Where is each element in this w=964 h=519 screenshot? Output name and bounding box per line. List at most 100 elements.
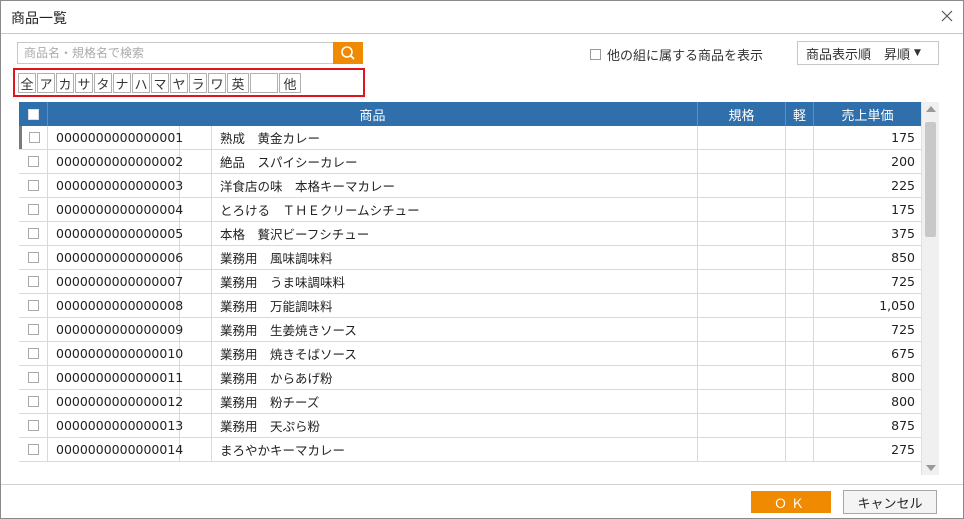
sort-order-select[interactable]: 商品表示順 昇順 ▼ bbox=[797, 41, 939, 65]
kana-filter-button[interactable]: マ bbox=[151, 73, 169, 93]
table-row[interactable]: 0000000000000008 業務用 万能調味料 1,050 bbox=[19, 294, 921, 318]
kana-filter-button[interactable]: ヤ bbox=[170, 73, 188, 93]
row-checkbox-cell[interactable] bbox=[19, 126, 48, 149]
kana-filter-button[interactable]: 他 bbox=[279, 73, 301, 93]
row-checkbox[interactable] bbox=[27, 156, 39, 167]
search-input[interactable] bbox=[17, 42, 337, 64]
spacer-cell bbox=[180, 438, 212, 461]
kana-filter-button[interactable]: タ bbox=[94, 73, 112, 93]
row-checkbox-cell[interactable] bbox=[19, 342, 48, 365]
close-icon[interactable] bbox=[937, 6, 957, 26]
title-divider bbox=[1, 33, 963, 34]
row-checkbox[interactable] bbox=[27, 324, 39, 335]
product-table: 商品 規格 軽 売上単価 0000000000000001 熟成 黄金カレー 175… bbox=[19, 102, 921, 475]
product-code-cell: 0000000000000003 bbox=[48, 174, 183, 197]
vertical-scrollbar[interactable] bbox=[921, 102, 939, 475]
price-cell: 875 bbox=[891, 418, 915, 433]
kana-filter-button[interactable]: 全 bbox=[18, 73, 36, 93]
row-checkbox[interactable] bbox=[27, 396, 39, 407]
other-group-checkbox[interactable] bbox=[590, 49, 601, 60]
light-tax-cell bbox=[786, 390, 814, 413]
row-checkbox-cell[interactable] bbox=[19, 366, 48, 389]
table-row[interactable]: 0000000000000006 業務用 風味調味料 850 bbox=[19, 246, 921, 270]
column-header-product[interactable]: 商品 bbox=[48, 102, 698, 126]
product-name-cell: とろける ＴＨＥクリームシチュー bbox=[212, 198, 698, 221]
kana-filter-button[interactable]: ナ bbox=[113, 73, 131, 93]
row-checkbox-cell[interactable] bbox=[19, 174, 48, 197]
product-name-cell: まろやかキーマカレー bbox=[212, 438, 698, 461]
row-checkbox-cell[interactable] bbox=[19, 294, 48, 317]
search-icon bbox=[333, 46, 363, 67]
table-row[interactable]: 0000000000000001 熟成 黄金カレー 175 bbox=[19, 126, 921, 150]
row-checkbox[interactable] bbox=[27, 444, 39, 455]
table-row[interactable]: 0000000000000007 業務用 うま味調味料 725 bbox=[19, 270, 921, 294]
table-header: 商品 規格 軽 売上単価 bbox=[19, 102, 921, 126]
light-tax-cell bbox=[786, 174, 814, 197]
row-checkbox-cell[interactable] bbox=[19, 414, 48, 437]
product-name-cell: 業務用 粉チーズ bbox=[212, 390, 698, 413]
row-checkbox-cell[interactable] bbox=[19, 222, 48, 245]
ok-button[interactable]: ＯＫ bbox=[751, 491, 831, 513]
kana-filter-button[interactable]: サ bbox=[75, 73, 93, 93]
scrollbar-thumb[interactable] bbox=[925, 122, 936, 237]
row-checkbox[interactable] bbox=[27, 180, 39, 191]
table-row[interactable]: 0000000000000012 業務用 粉チーズ 800 bbox=[19, 390, 921, 414]
row-checkbox[interactable] bbox=[29, 132, 40, 143]
scroll-up-icon[interactable] bbox=[926, 106, 936, 112]
row-checkbox-cell[interactable] bbox=[19, 270, 48, 293]
row-checkbox-cell[interactable] bbox=[19, 438, 48, 461]
table-row[interactable]: 0000000000000014 まろやかキーマカレー 275 bbox=[19, 438, 921, 462]
spacer-cell bbox=[180, 342, 212, 365]
row-checkbox-cell[interactable] bbox=[19, 246, 48, 269]
row-checkbox-cell[interactable] bbox=[19, 390, 48, 413]
price-cell: 850 bbox=[891, 250, 915, 265]
row-checkbox[interactable] bbox=[27, 300, 39, 311]
other-group-toggle[interactable]: 他の組に属する商品を表示 bbox=[590, 45, 763, 64]
row-checkbox[interactable] bbox=[27, 372, 39, 383]
kana-filter-button[interactable]: ワ bbox=[208, 73, 226, 93]
column-header-price[interactable]: 売上単価 bbox=[814, 102, 921, 126]
search-button[interactable] bbox=[333, 42, 363, 64]
kana-filter-button[interactable]: ハ bbox=[132, 73, 150, 93]
row-checkbox[interactable] bbox=[27, 252, 39, 263]
row-checkbox-cell[interactable] bbox=[19, 198, 48, 221]
row-checkbox[interactable] bbox=[27, 348, 39, 359]
table-row[interactable]: 0000000000000010 業務用 焼きそばソース 675 bbox=[19, 342, 921, 366]
spacer-cell bbox=[180, 246, 212, 269]
table-row[interactable]: 0000000000000003 洋食店の味 本格キーマカレー 225 bbox=[19, 174, 921, 198]
table-row[interactable]: 0000000000000004 とろける ＴＨＥクリームシチュー 175 bbox=[19, 198, 921, 222]
row-checkbox[interactable] bbox=[27, 420, 39, 431]
cancel-button[interactable]: キャンセル bbox=[843, 490, 937, 514]
table-row[interactable]: 0000000000000011 業務用 からあげ粉 800 bbox=[19, 366, 921, 390]
column-header-spec[interactable]: 規格 bbox=[698, 102, 786, 126]
product-name-cell: 洋食店の味 本格キーマカレー bbox=[212, 174, 698, 197]
scroll-down-icon[interactable] bbox=[926, 465, 936, 471]
footer-divider bbox=[1, 484, 963, 485]
row-checkbox-cell[interactable] bbox=[19, 150, 48, 173]
price-cell: 725 bbox=[891, 322, 915, 337]
table-row[interactable]: 0000000000000013 業務用 天ぷら粉 875 bbox=[19, 414, 921, 438]
kana-filter-button[interactable] bbox=[250, 73, 278, 93]
spec-cell bbox=[698, 414, 786, 437]
price-cell: 375 bbox=[891, 226, 915, 241]
table-row[interactable]: 0000000000000005 本格 贅沢ビーフシチュー 375 bbox=[19, 222, 921, 246]
row-checkbox[interactable] bbox=[27, 228, 39, 239]
kana-filter-button[interactable]: カ bbox=[56, 73, 74, 93]
row-checkbox[interactable] bbox=[27, 276, 39, 287]
title-bar: 商品一覧 bbox=[1, 1, 963, 33]
price-cell: 675 bbox=[891, 346, 915, 361]
kana-filter-button[interactable]: ラ bbox=[189, 73, 207, 93]
table-row[interactable]: 0000000000000002 絶品 スパイシーカレー 200 bbox=[19, 150, 921, 174]
select-all-checkbox[interactable] bbox=[27, 108, 39, 120]
row-checkbox[interactable] bbox=[27, 204, 39, 215]
light-tax-cell bbox=[786, 366, 814, 389]
column-header-light[interactable]: 軽 bbox=[786, 102, 814, 126]
product-name-cell: 業務用 うま味調味料 bbox=[212, 270, 698, 293]
kana-filter-button[interactable]: 英 bbox=[227, 73, 249, 93]
row-checkbox-cell[interactable] bbox=[19, 318, 48, 341]
table-row[interactable]: 0000000000000009 業務用 生姜焼きソース 725 bbox=[19, 318, 921, 342]
kana-filter-button[interactable]: ア bbox=[37, 73, 55, 93]
spec-cell bbox=[698, 342, 786, 365]
select-all-cell[interactable] bbox=[19, 102, 48, 126]
kana-filter-bar: 全アカサタナハマヤラワ英 他 bbox=[13, 68, 365, 97]
